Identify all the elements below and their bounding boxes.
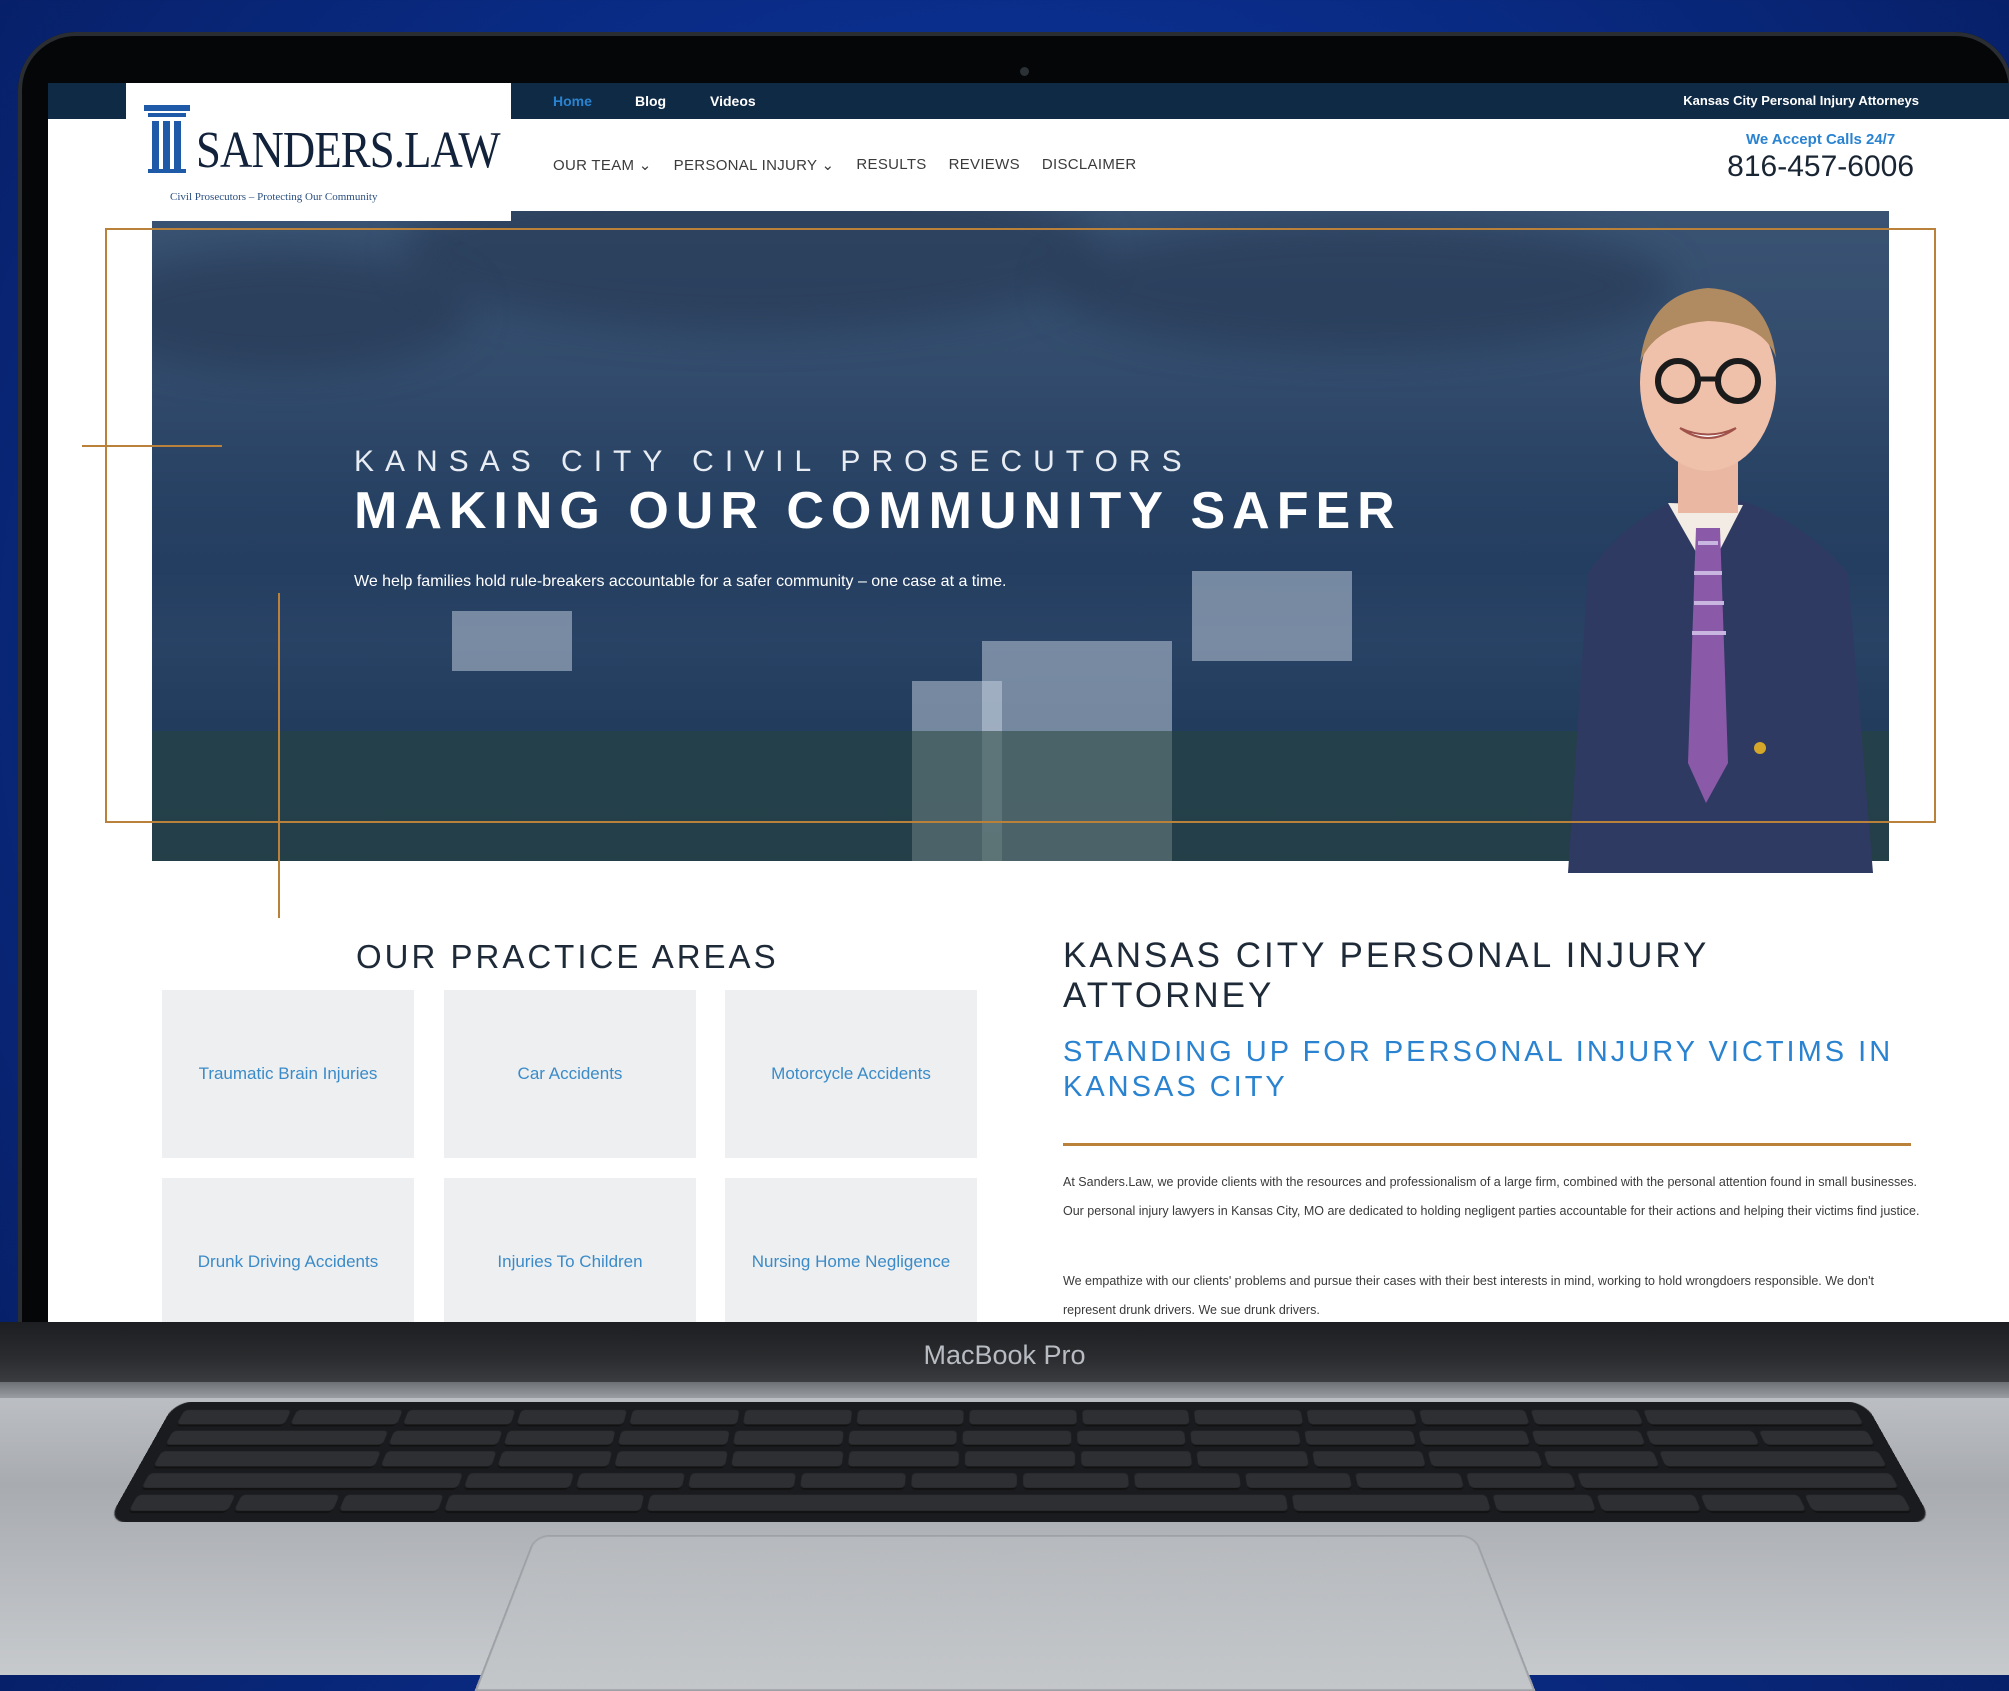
logo-subtitle: Civil Prosecutors – Protecting Our Commu…: [170, 191, 378, 203]
nav-reviews[interactable]: REVIEWS: [949, 156, 1020, 174]
practice-tile-motorcycle-accidents[interactable]: Motorcycle Accidents: [725, 990, 977, 1158]
about-subtitle: STANDING UP FOR PERSONAL INJURY VICTIMS …: [1063, 1036, 1894, 1103]
practice-tile-drunk-driving-accidents[interactable]: Drunk Driving Accidents: [162, 1178, 414, 1323]
gold-accent-line: [278, 593, 280, 918]
hero-subtitle: We help families hold rule-breakers acco…: [354, 573, 1007, 590]
camera-icon: [1020, 67, 1029, 76]
phone-number-link[interactable]: 816-457-6006: [1727, 150, 1914, 184]
practice-tile-injuries-to-children[interactable]: Injuries To Children: [444, 1178, 696, 1323]
practice-tile-nursing-home-negligence[interactable]: Nursing Home Negligence: [725, 1178, 977, 1323]
topbar-link-videos[interactable]: Videos: [710, 93, 756, 109]
about-title: KANSAS CITY PERSONAL INJURY ATTORNEY: [1063, 936, 1709, 1015]
call-block: We Accept Calls 24/7 816-457-6006: [1727, 131, 1914, 184]
topbar-link-home[interactable]: Home: [553, 93, 592, 109]
logo-wordmark: SANDERS.LAW: [196, 122, 501, 179]
practice-tile-car-accidents[interactable]: Car Accidents: [444, 990, 696, 1158]
nav-results[interactable]: RESULTS: [856, 156, 926, 174]
device-label: MacBook Pro: [923, 1340, 1086, 1370]
laptop-screen: Home Blog Videos Kansas City Personal In…: [48, 83, 2009, 1323]
practice-tile-traumatic-brain-injuries[interactable]: Traumatic Brain Injuries: [162, 990, 414, 1158]
topbar-link-blog[interactable]: Blog: [635, 93, 666, 109]
about-paragraph: At Sanders.Law, we provide clients with …: [1063, 1175, 1920, 1218]
about-paragraph: We empathize with our clients' problems …: [1063, 1274, 1874, 1317]
laptop-hinge: [0, 1382, 2009, 1398]
call-label: We Accept Calls 24/7: [1745, 131, 1896, 148]
pillar-logo-icon: [144, 105, 190, 173]
nav-disclaimer[interactable]: DISCLAIMER: [1042, 156, 1137, 174]
nav-personal-injury[interactable]: PERSONAL INJURY ⌄: [674, 156, 835, 174]
hero-kicker: KANSAS CITY CIVIL PROSECUTORS: [354, 445, 1193, 478]
gold-divider: [1063, 1143, 1911, 1146]
gold-accent-line: [82, 445, 222, 447]
practice-areas-title: OUR PRACTICE AREAS: [356, 938, 779, 975]
trackpad: [474, 1535, 1536, 1691]
nav-our-team[interactable]: OUR TEAM ⌄: [553, 156, 652, 174]
keyboard: [107, 1402, 1933, 1523]
hero-title: MAKING OUR COMMUNITY SAFER: [354, 482, 1402, 540]
site-logo[interactable]: SANDERS.LAW Civil Prosecutors – Protecti…: [126, 83, 511, 221]
main-nav: OUR TEAM ⌄ PERSONAL INJURY ⌄ RESULTS REV…: [553, 156, 1137, 174]
topbar-tagline: Kansas City Personal Injury Attorneys: [1683, 93, 1919, 108]
